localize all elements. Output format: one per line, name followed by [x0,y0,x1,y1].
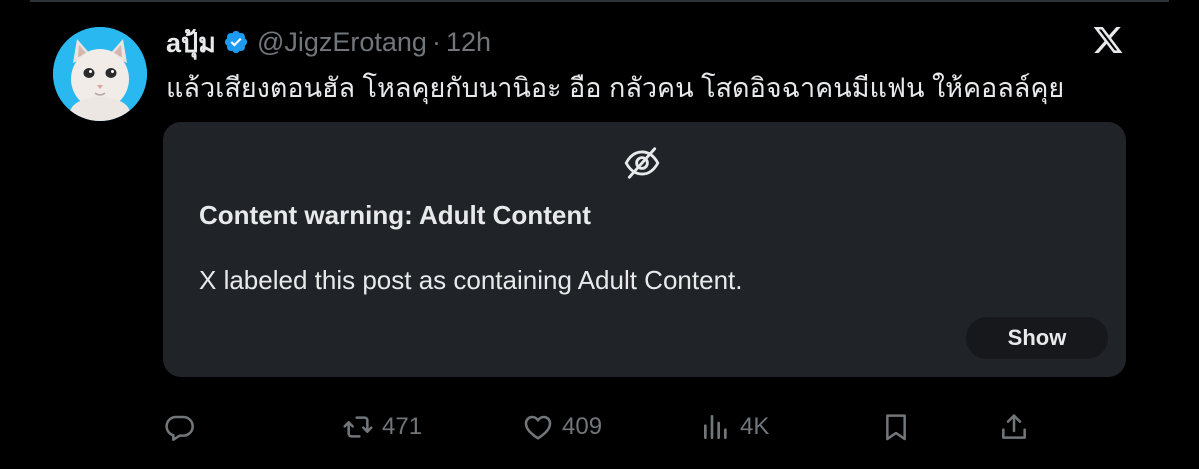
like-button[interactable]: 409 [522,408,602,446]
repost-count: 471 [382,413,423,440]
content-warning-title: Content warning: Adult Content [199,200,591,230]
heart-icon [522,411,554,443]
eye-off-icon [623,144,661,182]
x-logo-icon[interactable] [1092,24,1124,56]
post-header: aปุ้ม @JigzErotang · 12h [166,22,491,62]
share-icon [998,411,1030,443]
show-button[interactable]: Show [966,317,1108,359]
post-text: แล้วเสียงตอนฮัล โหลคุยกับนานิอะ อือ กลัว… [166,73,1065,103]
share-button[interactable] [998,408,1030,446]
reply-icon [164,411,196,443]
views-button[interactable]: 4K [700,408,769,446]
post-timestamp[interactable]: 12h [446,27,491,58]
tweet: aปุ้ม @JigzErotang · 12h แล้วเสียงตอนฮัล… [0,0,1199,469]
content-warning-card: Content warning: Adult Content X labeled… [163,122,1126,377]
views-count: 4K [740,413,770,440]
repost-icon [342,411,374,443]
views-icon [700,411,732,443]
separator-dot: · [431,26,441,57]
bookmark-button[interactable] [880,408,912,446]
display-name[interactable]: aปุ้ม [166,21,216,64]
bookmark-icon [880,411,912,443]
like-count: 409 [562,413,603,440]
repost-button[interactable]: 471 [342,408,422,446]
user-handle[interactable]: @JigzErotang [257,27,427,58]
cat-avatar-image [53,27,147,121]
verified-badge-icon [223,29,249,55]
avatar[interactable] [53,27,147,121]
content-warning-description: X labeled this post as containing Adult … [199,265,743,295]
divider [30,0,1169,2]
reply-button[interactable] [164,408,204,446]
